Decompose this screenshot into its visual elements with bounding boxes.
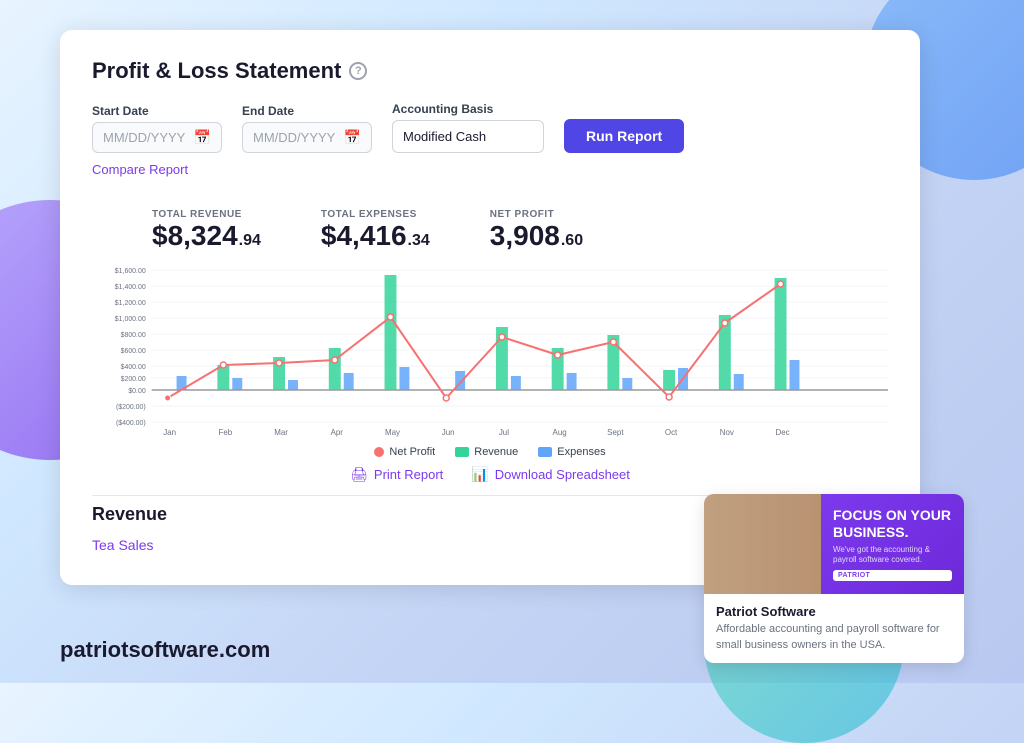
ad-badge: PATRIOT xyxy=(833,570,952,581)
total-expenses-label: TOTAL EXPENSES xyxy=(321,209,430,220)
ad-person-image xyxy=(704,494,834,594)
start-date-group: Start Date MM/DD/YYYY 📅 xyxy=(92,104,222,153)
net-profit-label: NET PROFIT xyxy=(490,209,583,220)
svg-text:$600.00: $600.00 xyxy=(121,348,146,355)
site-name: patriotsoftware.com xyxy=(60,637,270,663)
legend-expenses-label: Expenses xyxy=(557,446,605,458)
start-date-label: Start Date xyxy=(92,104,222,118)
ad-description: Affordable accounting and payroll softwa… xyxy=(716,622,952,653)
end-date-input[interactable]: MM/DD/YYYY 📅 xyxy=(242,122,372,153)
total-expenses-value: $4,416.34 xyxy=(321,220,430,252)
legend-expenses-bar xyxy=(538,447,552,457)
end-date-group: End Date MM/DD/YYYY 📅 xyxy=(242,104,372,153)
svg-text:($200.00): ($200.00) xyxy=(116,404,146,411)
svg-text:Jun: Jun xyxy=(442,428,455,437)
net-profit-cents: .60 xyxy=(561,232,583,250)
total-revenue-metric: TOTAL REVENUE $8,324.94 xyxy=(152,209,261,252)
ad-image-section: FOCUS ON YOUR BUSINESS. We've got the ac… xyxy=(704,494,964,594)
print-report-label: Print Report xyxy=(374,467,443,482)
total-expenses-metric: TOTAL EXPENSES $4,416.34 xyxy=(321,209,430,252)
net-profit-dollars: 3,908 xyxy=(490,220,560,252)
legend-revenue-bar xyxy=(455,447,469,457)
chart-svg: $1,600.00 $1,400.00 $1,200.00 $1,000.00 … xyxy=(92,260,888,440)
end-date-calendar-icon[interactable]: 📅 xyxy=(344,129,361,146)
ad-overlay: FOCUS ON YOUR BUSINESS. We've got the ac… xyxy=(821,494,964,594)
legend-expenses: Expenses xyxy=(538,446,605,458)
legend-net-profit: Net Profit xyxy=(374,446,435,458)
svg-text:Nov: Nov xyxy=(720,428,734,437)
svg-text:($400.00): ($400.00) xyxy=(116,420,146,427)
legend-revenue: Revenue xyxy=(455,446,518,458)
legend-revenue-label: Revenue xyxy=(474,446,518,458)
compare-report-link[interactable]: Compare Report xyxy=(92,162,188,177)
ad-headline: FOCUS ON YOUR BUSINESS. xyxy=(833,507,952,541)
chart-area: $1,600.00 $1,400.00 $1,200.00 $1,000.00 … xyxy=(92,260,888,440)
start-date-calendar-icon[interactable]: 📅 xyxy=(194,129,211,146)
svg-text:Feb: Feb xyxy=(218,428,232,437)
actions-row: 🖨 Print Report 📊 Download Spreadsheet xyxy=(92,466,888,483)
spreadsheet-icon: 📊 xyxy=(471,466,488,483)
total-revenue-dollars: $8,324 xyxy=(152,220,238,252)
card-header: Profit & Loss Statement ? xyxy=(92,58,888,84)
svg-text:Oct: Oct xyxy=(665,428,678,437)
svg-text:$1,400.00: $1,400.00 xyxy=(115,284,146,291)
download-spreadsheet-link[interactable]: 📊 Download Spreadsheet xyxy=(471,466,630,483)
svg-text:$1,200.00: $1,200.00 xyxy=(115,300,146,307)
accounting-basis-label: Accounting Basis xyxy=(392,102,544,116)
ad-card: FOCUS ON YOUR BUSINESS. We've got the ac… xyxy=(704,494,964,663)
help-icon[interactable]: ? xyxy=(349,62,367,80)
svg-text:Jan: Jan xyxy=(163,428,176,437)
total-revenue-cents: .94 xyxy=(239,232,261,250)
start-date-input[interactable]: MM/DD/YYYY 📅 xyxy=(92,122,222,153)
download-spreadsheet-label: Download Spreadsheet xyxy=(495,467,630,482)
svg-text:Sept: Sept xyxy=(607,428,624,437)
run-report-button[interactable]: Run Report xyxy=(564,119,684,153)
svg-text:Aug: Aug xyxy=(553,428,567,437)
end-date-value: MM/DD/YYYY xyxy=(253,130,336,145)
metrics-row: TOTAL REVENUE $8,324.94 TOTAL EXPENSES $… xyxy=(152,209,888,252)
accounting-basis-group: Accounting Basis Modified Cash Cash Accr… xyxy=(392,102,544,153)
form-row: Start Date MM/DD/YYYY 📅 End Date MM/DD/Y… xyxy=(92,102,888,153)
svg-text:$1,600.00: $1,600.00 xyxy=(115,268,146,275)
svg-text:Jul: Jul xyxy=(499,428,509,437)
net-profit-value: 3,908.60 xyxy=(490,220,583,252)
svg-text:Apr: Apr xyxy=(331,428,344,437)
ad-subtext: We've got the accounting & payroll softw… xyxy=(833,545,952,566)
svg-text:$800.00: $800.00 xyxy=(121,332,146,339)
card-title-text: Profit & Loss Statement xyxy=(92,58,341,84)
svg-text:$1,000.00: $1,000.00 xyxy=(115,316,146,323)
legend-net-profit-label: Net Profit xyxy=(389,446,435,458)
chart-legend: Net Profit Revenue Expenses xyxy=(92,446,888,458)
svg-text:Dec: Dec xyxy=(775,428,789,437)
print-report-link[interactable]: 🖨 Print Report xyxy=(350,466,443,483)
end-date-label: End Date xyxy=(242,104,372,118)
total-expenses-dollars: $4,416 xyxy=(321,220,407,252)
svg-text:$200.00: $200.00 xyxy=(121,376,146,383)
ad-company-name: Patriot Software xyxy=(716,604,952,619)
accounting-basis-select-wrap: Modified Cash Cash Accrual xyxy=(392,120,544,153)
legend-net-profit-dot xyxy=(374,447,384,457)
svg-text:$400.00: $400.00 xyxy=(121,364,146,371)
ad-body: Patriot Software Affordable accounting a… xyxy=(704,594,964,663)
start-date-value: MM/DD/YYYY xyxy=(103,130,186,145)
print-icon: 🖨 xyxy=(350,466,368,483)
svg-text:$0.00: $0.00 xyxy=(128,388,146,395)
net-profit-metric: NET PROFIT 3,908.60 xyxy=(490,209,583,252)
total-revenue-label: TOTAL REVENUE xyxy=(152,209,261,220)
svg-text:May: May xyxy=(385,428,400,437)
bottom-section: patriotsoftware.com FOCUS ON YOUR BUSINE… xyxy=(60,494,964,663)
accounting-basis-select[interactable]: Modified Cash Cash Accrual xyxy=(393,121,543,152)
total-expenses-cents: .34 xyxy=(408,232,430,250)
svg-text:Mar: Mar xyxy=(274,428,288,437)
total-revenue-value: $8,324.94 xyxy=(152,220,261,252)
